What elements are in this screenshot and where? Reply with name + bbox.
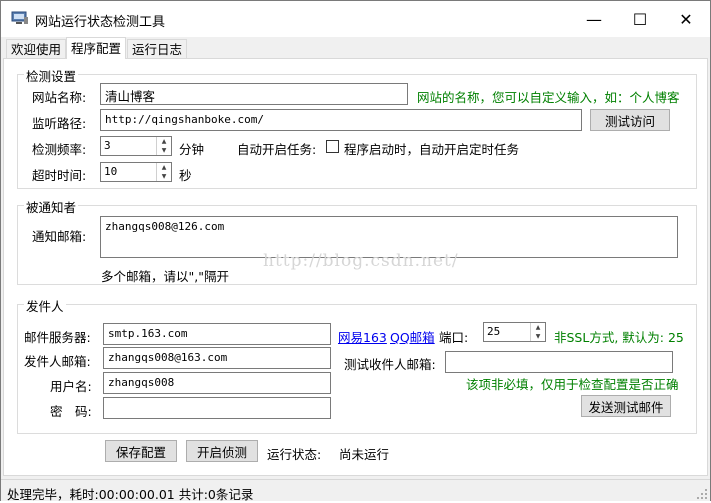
send-test-email-button[interactable]: 发送测试邮件	[581, 395, 671, 417]
username-input[interactable]: zhangqs008	[103, 372, 331, 394]
site-name-hint: 网站的名称，您可以自定义输入，如：个人博客	[417, 90, 680, 105]
port-spinner[interactable]: 25 ▲ ▼	[483, 322, 546, 342]
notify-title: 被通知者	[24, 197, 79, 216]
site-name-label: 网站名称:	[32, 90, 87, 105]
timeout-spinner-arrows[interactable]: ▲ ▼	[156, 163, 171, 181]
test-receiver-input[interactable]	[445, 351, 673, 373]
spinner-up-icon[interactable]: ▲	[157, 137, 171, 146]
sender-title: 发件人	[24, 296, 66, 315]
autostart-checkbox[interactable]	[326, 140, 339, 153]
smtp-server-label: 邮件服务器:	[24, 330, 91, 345]
freq-unit: 分钟	[179, 142, 205, 157]
test-receiver-label: 测试收件人邮箱:	[344, 357, 436, 372]
spinner-down-icon[interactable]: ▼	[157, 146, 171, 155]
status-bar: 处理完毕，耗时:00:00:00.01 共计:0条记录	[1, 479, 710, 502]
notify-email-label: 通知邮箱:	[32, 229, 87, 244]
username-label: 用户名:	[50, 379, 92, 394]
run-status-value: 尚未运行	[339, 447, 390, 462]
sender-email-input[interactable]: zhangqs008@163.com	[103, 347, 331, 369]
optional-hint: 该项非必填，仅用于检查配置是否正确	[466, 377, 679, 392]
sender-email-label: 发件人邮箱:	[24, 354, 91, 369]
notify-email-hint: 多个邮箱，请以","隔开	[101, 269, 229, 284]
app-icon	[11, 11, 29, 25]
port-label: 端口:	[439, 330, 469, 345]
minimize-icon[interactable]: —	[571, 1, 617, 37]
url-label: 监听路径:	[32, 116, 87, 131]
link-qq[interactable]: QQ邮箱	[390, 327, 435, 346]
freq-label: 检测频率:	[32, 142, 87, 157]
spinner-up-icon[interactable]: ▲	[531, 323, 545, 332]
test-visit-button[interactable]: 测试访问	[590, 109, 670, 131]
tab-strip: 欢迎使用 程序配置 运行日志	[1, 37, 710, 59]
spinner-down-icon[interactable]: ▼	[157, 172, 171, 181]
port-hint: 非SSL方式, 默认为: 25	[554, 330, 684, 345]
watermark: http://blog.csdn.net/	[263, 251, 459, 271]
status-bar-text: 处理完毕，耗时:00:00:00.01 共计:0条记录	[7, 487, 254, 502]
smtp-server-input[interactable]: smtp.163.com	[103, 323, 331, 345]
freq-spinner[interactable]: 3 ▲ ▼	[100, 136, 172, 156]
tab-log[interactable]: 运行日志	[127, 39, 188, 59]
resize-grip-icon[interactable]	[697, 488, 707, 499]
timeout-value: 10	[104, 165, 118, 178]
url-input[interactable]: http://qingshanboke.com/	[100, 109, 582, 131]
spinner-down-icon[interactable]: ▼	[531, 332, 545, 341]
window-title: 网站运行状态检测工具	[35, 15, 166, 30]
timeout-spinner[interactable]: 10 ▲ ▼	[100, 162, 172, 182]
password-label: 密 码:	[50, 404, 92, 419]
detect-settings-title: 检测设置	[24, 66, 79, 85]
timeout-label: 超时时间:	[32, 168, 87, 183]
tab-welcome[interactable]: 欢迎使用	[6, 39, 67, 59]
freq-value: 3	[104, 139, 111, 152]
freq-spinner-arrows[interactable]: ▲ ▼	[156, 137, 171, 155]
save-config-button[interactable]: 保存配置	[105, 440, 177, 462]
port-spinner-arrows[interactable]: ▲ ▼	[530, 323, 545, 341]
site-name-input[interactable]: 清山博客	[100, 83, 408, 105]
timeout-unit: 秒	[179, 168, 192, 183]
maximize-icon[interactable]: ☐	[617, 1, 663, 37]
autostart-checkbox-label[interactable]: 程序启动时，自动开启定时任务	[344, 139, 519, 158]
spinner-up-icon[interactable]: ▲	[157, 163, 171, 172]
link-163[interactable]: 网易163	[338, 327, 387, 346]
port-value: 25	[487, 325, 501, 338]
autostart-label: 自动开启任务:	[237, 142, 317, 157]
run-status-label: 运行状态:	[267, 447, 322, 462]
password-input[interactable]	[103, 397, 331, 419]
close-icon[interactable]: ✕	[663, 1, 709, 37]
start-detect-button[interactable]: 开启侦测	[186, 440, 258, 462]
title-bar[interactable]: 网站运行状态检测工具 — ☐ ✕	[1, 1, 710, 37]
app-window: 网站运行状态检测工具 — ☐ ✕ 欢迎使用 程序配置 运行日志 检测设置 网站名…	[0, 0, 711, 502]
tab-config[interactable]: 程序配置	[66, 37, 127, 59]
